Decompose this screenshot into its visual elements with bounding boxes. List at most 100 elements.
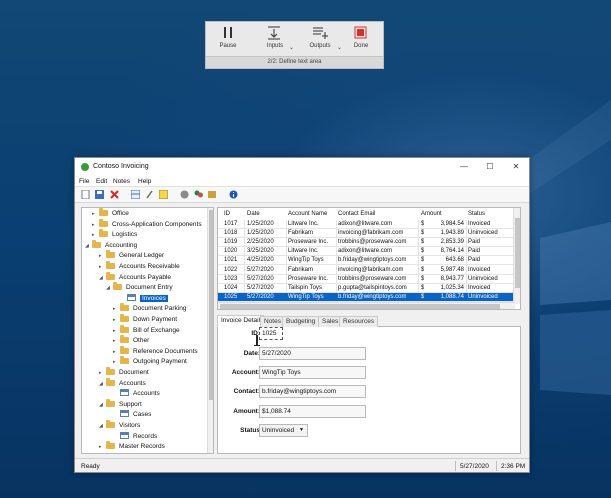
tree-item[interactable]: ◢ Accounts Payable	[99, 271, 171, 283]
chevron-right-icon[interactable]: ▸	[113, 347, 120, 357]
tree-scrollbar-thumb[interactable]	[209, 210, 213, 400]
tab-invoice-detail[interactable]: Invoice Detail	[217, 315, 265, 327]
grid-horizontal-scrollbar-thumb[interactable]	[220, 304, 500, 309]
status-dropdown[interactable]: Uninvoiced ▼	[259, 424, 308, 437]
chevron-right-icon[interactable]: ▸	[92, 230, 99, 240]
table-row[interactable]: 1018 1/25/2020 Fabrikam invoicing@fabrikam.…	[218, 229, 516, 239]
tree-item[interactable]: ◢ Accounting	[85, 239, 137, 251]
table-row[interactable]: 1017 1/25/2020 Litware Inc. adixon@litware.…	[218, 220, 516, 229]
globe-icon[interactable]	[180, 190, 189, 199]
grid-vertical-scrollbar-thumb[interactable]	[515, 218, 520, 288]
tree-item[interactable]: ▸ Cross-Application Components	[92, 218, 202, 230]
chevron-right-icon[interactable]: ▸	[92, 209, 99, 219]
tree-item[interactable]: ▸ Document Parking	[113, 303, 186, 314]
chevron-right-icon[interactable]: ▸	[99, 262, 106, 272]
tab-resources[interactable]: Resources	[339, 316, 379, 327]
users-icon[interactable]	[194, 190, 203, 199]
tree-item[interactable]: ▸ Office	[92, 208, 129, 219]
close-button[interactable]: ✕	[503, 160, 529, 174]
tree-scrollbar[interactable]	[207, 208, 213, 453]
menu-help[interactable]: Help	[138, 178, 151, 185]
save-icon[interactable]	[95, 190, 104, 199]
menu-edit[interactable]: Edit	[96, 178, 107, 185]
chevron-down-icon[interactable]: ◢	[99, 379, 106, 389]
table-row[interactable]: 1024 5/27/2020 Tailspin Toys p.gupta@tailsp…	[218, 284, 516, 293]
tree-item[interactable]: ▸ Document	[99, 367, 149, 378]
table-cell-date: 5/27/2020	[247, 266, 274, 273]
done-button[interactable]: Done	[349, 25, 373, 55]
tree-item[interactable]: ▸ Other	[113, 335, 149, 346]
table-row[interactable]: 1025 5/27/2020 WingTip Toys b.friday@wingti…	[218, 292, 516, 302]
navigation-tree[interactable]: ▸ Office ▸ Cross-Application Components ▸ Log…	[81, 207, 214, 454]
table-row[interactable]: 1022 5/27/2020 Fabrikam invoicing@fabrikam.…	[218, 266, 516, 275]
inputs-chevron-down-icon[interactable]: ⌄	[289, 44, 294, 51]
column-header[interactable]: Amount	[421, 210, 442, 219]
column-header[interactable]: Status	[468, 210, 485, 219]
id-field[interactable]: 1025	[259, 327, 283, 340]
tree-item[interactable]: ▸ Accounts Receivable	[99, 261, 180, 272]
chevron-down-icon[interactable]: ◢	[106, 283, 113, 293]
chevron-right-icon[interactable]: ▸	[99, 251, 106, 261]
title-bar[interactable]: Contoso Invoicing — ☐ ✕	[75, 158, 529, 176]
column-header[interactable]: Contact Email	[338, 210, 375, 219]
menu-notes[interactable]: Notes	[113, 178, 130, 185]
chevron-right-icon[interactable]: ▸	[113, 336, 120, 346]
column-header[interactable]: Account Name	[288, 210, 327, 219]
pause-button[interactable]: Pause	[216, 25, 240, 55]
table-row[interactable]: 1020 3/25/2020 Litware Inc. adixon@litware.…	[218, 247, 516, 257]
tree-item[interactable]: ▸ Down Payment	[113, 314, 177, 325]
chevron-down-icon[interactable]: ◢	[85, 241, 92, 251]
link-icon[interactable]	[145, 190, 154, 199]
note-icon[interactable]	[159, 190, 168, 199]
chevron-down-icon[interactable]: ◢	[99, 421, 106, 431]
tree-item[interactable]: ▸ General Ledger	[99, 250, 164, 261]
tree-item[interactable]: ▸ Logistics	[92, 229, 137, 240]
tab-budgeting[interactable]: Budgeting	[282, 316, 320, 327]
outputs-chevron-down-icon[interactable]: ⌄	[337, 44, 342, 51]
tree-item[interactable]: ▸ Bill of Exchange	[113, 324, 180, 336]
tree-item[interactable]: Cases	[113, 410, 151, 420]
tree-item[interactable]: ◢ Visitors	[99, 420, 140, 431]
chevron-right-icon[interactable]: ▸	[113, 357, 120, 367]
account-field[interactable]: WingTip Toys	[259, 366, 366, 379]
chevron-right-icon[interactable]: ▸	[99, 368, 106, 378]
column-header[interactable]: Date	[247, 210, 260, 219]
contact-field[interactable]: b.friday@wingtiptoys.com	[259, 385, 366, 398]
export-icon[interactable]	[208, 190, 217, 199]
tree-item[interactable]: Accounts	[113, 389, 160, 399]
form-icon	[120, 410, 129, 418]
menu-file[interactable]: File	[79, 178, 89, 185]
date-label: Date:	[243, 350, 260, 357]
tree-item[interactable]: ◢ Document Entry	[106, 282, 173, 293]
tree-item[interactable]: ◢ Accounts	[99, 377, 146, 389]
maximize-button[interactable]: ☐	[477, 160, 503, 174]
tree-item[interactable]: Invoices	[120, 293, 168, 304]
chevron-right-icon[interactable]: ▸	[113, 315, 120, 325]
tree-item[interactable]: ▸ Reference Documents	[113, 345, 198, 357]
column-header[interactable]: ID	[224, 210, 230, 219]
delete-icon[interactable]	[110, 190, 119, 199]
date-field[interactable]: 5/27/2020	[259, 347, 366, 360]
table-row[interactable]: 1023 5/27/2020 Proseware Inc. trobbins@pros…	[218, 275, 516, 284]
invoice-grid[interactable]: ID Date Account Name Contact Email Amount Sta…	[217, 207, 521, 310]
tree-item[interactable]: ▸ Master Records	[99, 441, 165, 452]
chevron-right-icon[interactable]: ▸	[92, 220, 99, 230]
chevron-right-icon[interactable]: ▸	[99, 442, 106, 452]
table-row[interactable]: 1019 2/25/2020 Proseware Inc. trobbins@pros…	[218, 238, 516, 248]
tree-item[interactable]: ◢ Support	[99, 398, 142, 410]
info-icon[interactable]	[229, 190, 238, 199]
new-document-icon[interactable]	[81, 190, 90, 199]
outputs-button[interactable]: Outputs	[301, 25, 339, 55]
table-row[interactable]: 1021 4/25/2020 WingTip Toys b.friday@wingti…	[218, 256, 516, 266]
chevron-right-icon[interactable]: ▸	[113, 304, 120, 314]
chevron-down-icon[interactable]: ◢	[99, 273, 106, 283]
grid-vertical-scrollbar[interactable]	[513, 208, 520, 304]
minimize-button[interactable]: —	[451, 160, 477, 174]
grid-horizontal-scrollbar[interactable]	[218, 302, 515, 309]
chevron-right-icon[interactable]: ▸	[113, 326, 120, 336]
tree-item[interactable]: Records	[113, 431, 157, 442]
grid-view-icon[interactable]	[131, 190, 140, 199]
chevron-down-icon[interactable]: ◢	[99, 400, 106, 410]
amount-field[interactable]: $1,088.74	[259, 405, 366, 418]
tree-item[interactable]: ▸ Outgoing Payment	[113, 356, 187, 367]
